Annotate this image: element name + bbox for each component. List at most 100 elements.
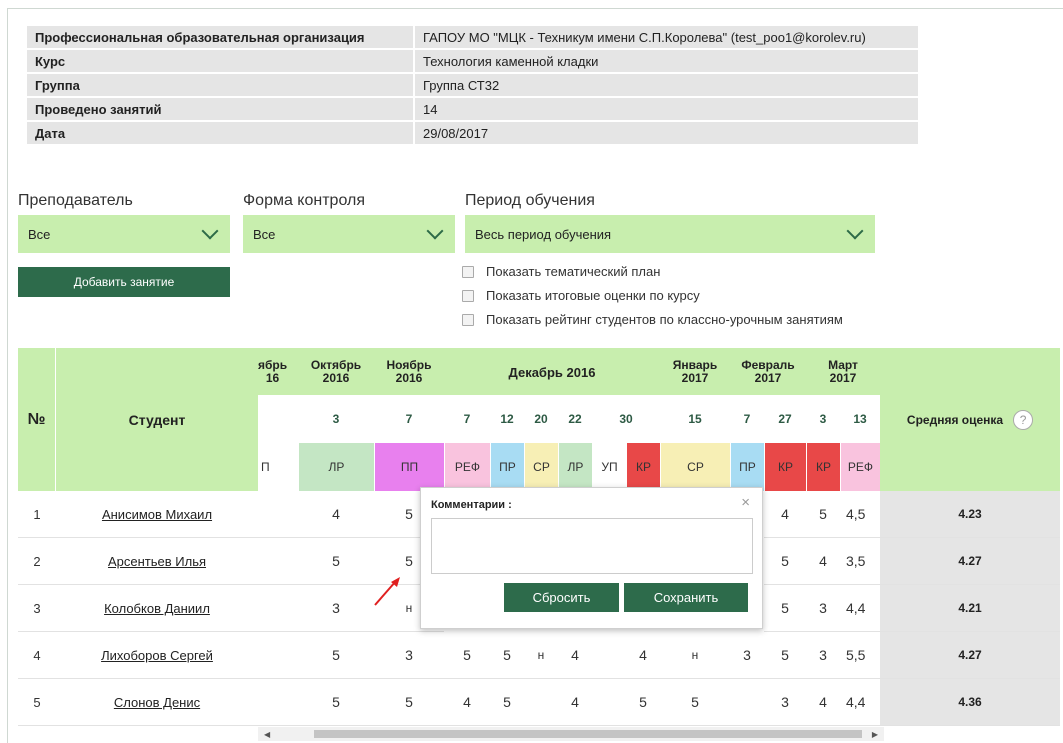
period-select[interactable]: Весь период обучения (465, 215, 875, 253)
checkbox-label: Показать рейтинг студентов по классно-ур… (486, 312, 843, 327)
grade-cell[interactable]: 5 (298, 679, 374, 726)
scroll-left-icon[interactable]: ◀ (264, 730, 270, 739)
grade-cell[interactable]: 5 (764, 632, 806, 679)
grade-cell[interactable]: 5 (444, 632, 490, 679)
info-value: 14 (414, 97, 918, 122)
row-number: 1 (18, 491, 56, 538)
grade-cell[interactable]: 5 (298, 632, 374, 679)
month-header: ябрь 16 (258, 356, 296, 388)
lesson-type-cell[interactable]: СР (524, 443, 558, 491)
lesson-type-cell[interactable]: ЛР (298, 443, 374, 491)
checkbox-student-rating[interactable]: Показать рейтинг студентов по классно-ур… (462, 312, 843, 327)
grade-cell[interactable]: 5 (806, 491, 840, 538)
save-button[interactable]: Сохранить (624, 583, 748, 612)
day-cell: 7 (405, 412, 413, 426)
grade-cell[interactable]: 3 (806, 585, 840, 632)
grade-cell[interactable] (258, 585, 298, 632)
grade-cell[interactable]: 3 (806, 632, 840, 679)
lesson-type-cell[interactable]: ЛР (558, 443, 592, 491)
lesson-type-cell[interactable]: РЕФ (444, 443, 490, 491)
form-filter-label: Форма контроля (243, 192, 365, 209)
grade-cell[interactable]: 3 (730, 632, 764, 679)
grade-cell[interactable] (258, 679, 298, 726)
scroll-thumb[interactable] (314, 730, 862, 738)
day-cell: 27 (778, 412, 792, 426)
grade-cell[interactable]: 4 (444, 679, 490, 726)
add-lesson-button[interactable]: Добавить занятие (18, 267, 230, 297)
grade-cell[interactable] (258, 491, 298, 538)
grade-cell[interactable]: 4 (558, 632, 592, 679)
month-header: Февраль 2017 (730, 356, 806, 388)
lesson-type-cell[interactable]: УП (592, 443, 626, 491)
grade-cell[interactable] (524, 679, 558, 726)
help-icon[interactable]: ? (1013, 409, 1034, 430)
scroll-right-icon[interactable]: ▶ (872, 730, 878, 739)
lesson-type-cell[interactable]: П (258, 443, 298, 491)
student-name-link[interactable]: Лихоборов Сергей (101, 648, 213, 663)
grade-cell[interactable]: 4,4 (840, 585, 880, 632)
lesson-type-cell[interactable]: КР (764, 443, 806, 491)
grade-cell[interactable]: н (524, 632, 558, 679)
lesson-type-cell[interactable]: СР (660, 443, 730, 491)
horizontal-scrollbar[interactable]: ◀ ▶ (258, 727, 884, 741)
comment-input[interactable] (431, 518, 753, 574)
grade-cell[interactable]: 5 (490, 632, 524, 679)
red-arrow-icon (374, 577, 400, 606)
form-select[interactable]: Все (243, 215, 455, 253)
lesson-type-cell[interactable]: ПР (490, 443, 524, 491)
grade-cell[interactable]: 4 (558, 679, 592, 726)
lesson-type-cell[interactable]: ПП (374, 443, 444, 491)
grade-cell[interactable]: 5 (374, 679, 444, 726)
student-name-cell: Анисимов Михаил (56, 491, 258, 538)
teacher-select[interactable]: Все (18, 215, 230, 253)
average-grade: 4.27 (880, 632, 1060, 679)
info-label: Группа (27, 73, 415, 98)
grade-cell[interactable] (258, 632, 298, 679)
grade-cell[interactable]: 4 (626, 632, 660, 679)
lesson-type-cell[interactable]: КР (806, 443, 840, 491)
grade-cell[interactable]: 3 (764, 679, 806, 726)
grade-cell[interactable] (592, 679, 626, 726)
average-grade: 4.21 (880, 585, 1060, 632)
close-icon[interactable]: × (741, 494, 750, 511)
grade-cell[interactable]: 4,5 (840, 491, 880, 538)
grade-cell[interactable]: 5 (626, 679, 660, 726)
row-number: 5 (18, 679, 56, 726)
reset-button[interactable]: Сбросить (504, 583, 619, 612)
grade-cell[interactable]: 5 (764, 585, 806, 632)
student-name-link[interactable]: Колобков Даниил (104, 601, 210, 616)
checkbox-thematic-plan[interactable]: Показать тематический план (462, 264, 660, 279)
grade-cell[interactable]: 5 (298, 538, 374, 585)
grade-cell[interactable]: 4,4 (840, 679, 880, 726)
checkbox-icon[interactable] (462, 265, 474, 278)
student-name-link[interactable]: Арсентьев Илья (108, 554, 206, 569)
checkbox-icon[interactable] (462, 313, 474, 326)
lesson-type-cell[interactable]: КР (626, 443, 660, 491)
grade-cell[interactable]: 4 (806, 679, 840, 726)
grade-cell[interactable]: 4 (764, 491, 806, 538)
grade-cell[interactable]: 5 (764, 538, 806, 585)
grade-cell[interactable]: 3 (374, 632, 444, 679)
row-number: 2 (18, 538, 56, 585)
grade-cell[interactable]: 5,5 (840, 632, 880, 679)
student-column-header: Студент (56, 348, 258, 491)
grade-cell[interactable] (592, 632, 626, 679)
lesson-type-cell[interactable]: РЕФ (840, 443, 880, 491)
grade-cell[interactable]: 3,5 (840, 538, 880, 585)
grade-cell[interactable]: 4 (298, 491, 374, 538)
grade-cell[interactable]: 4 (806, 538, 840, 585)
grade-cell[interactable]: 3 (298, 585, 374, 632)
grade-cell[interactable] (258, 538, 298, 585)
lesson-type-cell[interactable]: ПР (730, 443, 764, 491)
info-value: 29/08/2017 (414, 121, 918, 146)
checkbox-final-grades[interactable]: Показать итоговые оценки по курсу (462, 288, 700, 303)
student-name-link[interactable]: Анисимов Михаил (102, 507, 212, 522)
day-cell: 3 (332, 412, 340, 426)
grade-cell[interactable]: 5 (660, 679, 730, 726)
grade-cell[interactable] (730, 679, 764, 726)
grade-cell[interactable]: 5 (490, 679, 524, 726)
student-name-link[interactable]: Слонов Денис (114, 695, 200, 710)
grade-cell[interactable]: н (660, 632, 730, 679)
month-header: Декабрь 2016 (444, 356, 660, 388)
checkbox-icon[interactable] (462, 289, 474, 302)
